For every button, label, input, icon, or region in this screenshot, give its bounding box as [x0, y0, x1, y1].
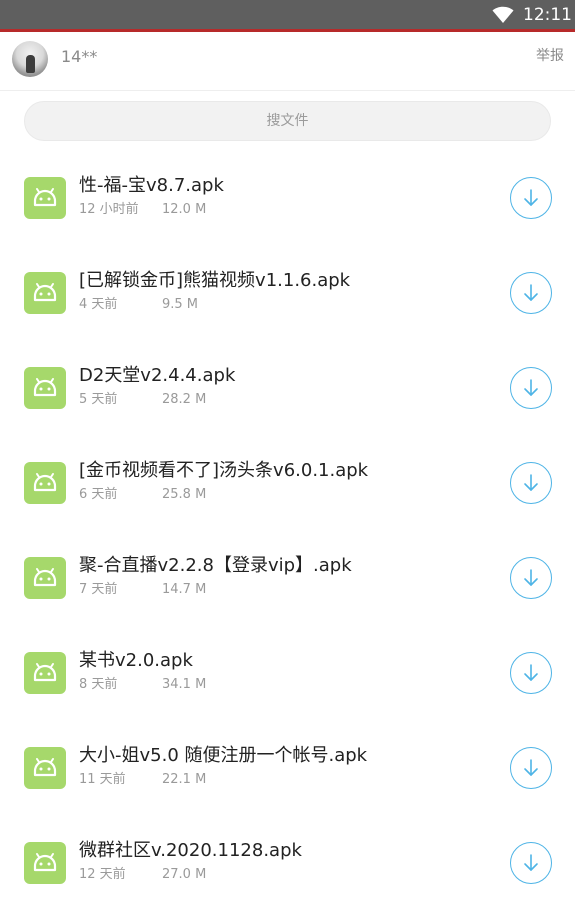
file-size: 12.0 M [162, 202, 207, 217]
download-icon [524, 759, 538, 776]
file-name: 性-福-宝v8.7.apk [79, 175, 224, 196]
status-bar: 12:11 [0, 0, 575, 32]
download-button[interactable] [510, 272, 552, 314]
android-apk-icon [24, 177, 66, 219]
download-button[interactable] [510, 462, 552, 504]
file-name: 大小-姐v5.0 随便注册一个帐号.apk [79, 745, 368, 766]
report-button[interactable]: 举报 [536, 46, 564, 66]
download-icon [524, 854, 538, 871]
list-item[interactable]: 聚-合直播v2.2.8【登录vip】.apk 7 天前 14.7 M [0, 530, 575, 625]
file-size: 22.1 M [162, 772, 207, 787]
list-item[interactable]: [金币视频看不了]汤头条v6.0.1.apk 6 天前 25.8 M [0, 435, 575, 530]
android-apk-icon [24, 272, 66, 314]
download-icon [524, 569, 538, 586]
file-time: 6 天前 [79, 487, 118, 502]
download-icon [524, 284, 538, 301]
list-item[interactable]: 微群社区v.2020.1128.apk 12 天前 27.0 M [0, 815, 575, 910]
android-apk-icon [24, 367, 66, 409]
file-name: D2天堂v2.4.4.apk [79, 365, 236, 386]
file-size: 27.0 M [162, 867, 207, 882]
file-time: 12 天前 [79, 867, 126, 882]
wifi-icon [492, 6, 514, 23]
file-size: 28.2 M [162, 392, 207, 407]
status-time: 12:11 [523, 5, 572, 25]
android-apk-icon [24, 842, 66, 884]
avatar[interactable] [12, 41, 48, 77]
file-time: 8 天前 [79, 677, 118, 692]
file-size: 9.5 M [162, 297, 199, 312]
download-button[interactable] [510, 842, 552, 884]
download-icon [524, 189, 538, 206]
file-time: 4 天前 [79, 297, 118, 312]
avatar-figure [26, 55, 35, 73]
file-name: 微群社区v.2020.1128.apk [79, 840, 302, 861]
android-apk-icon [24, 652, 66, 694]
list-item[interactable]: 某书v2.0.apk 8 天前 34.1 M [0, 625, 575, 720]
file-name: [已解锁金币]熊猫视频v1.1.6.apk [79, 270, 351, 291]
file-name: [金币视频看不了]汤头条v6.0.1.apk [79, 460, 369, 481]
download-button[interactable] [510, 557, 552, 599]
download-button[interactable] [510, 747, 552, 789]
file-size: 25.8 M [162, 487, 207, 502]
file-list: 性-福-宝v8.7.apk 12 小时前 12.0 M [已解锁金币]熊猫视频v1.1… [0, 150, 575, 910]
file-time: 5 天前 [79, 392, 118, 407]
download-icon [524, 379, 538, 396]
android-apk-icon [24, 462, 66, 504]
list-item[interactable]: 性-福-宝v8.7.apk 12 小时前 12.0 M [0, 150, 575, 245]
file-time: 11 天前 [79, 772, 126, 787]
download-icon [524, 664, 538, 681]
list-item[interactable]: [已解锁金币]熊猫视频v1.1.6.apk 4 天前 9.5 M [0, 245, 575, 340]
list-item[interactable]: 大小-姐v5.0 随便注册一个帐号.apk 11 天前 22.1 M [0, 720, 575, 815]
download-button[interactable] [510, 367, 552, 409]
search-input[interactable]: 搜文件 [24, 101, 551, 141]
file-time: 12 小时前 [79, 202, 139, 217]
username[interactable]: 14** [61, 47, 97, 67]
file-size: 34.1 M [162, 677, 207, 692]
download-icon [524, 474, 538, 491]
file-name: 某书v2.0.apk [79, 650, 193, 671]
uploader-header: 14** 举报 [0, 32, 575, 91]
file-size: 14.7 M [162, 582, 207, 597]
download-button[interactable] [510, 652, 552, 694]
list-item[interactable]: D2天堂v2.4.4.apk 5 天前 28.2 M [0, 340, 575, 435]
android-apk-icon [24, 747, 66, 789]
file-time: 7 天前 [79, 582, 118, 597]
file-name: 聚-合直播v2.2.8【登录vip】.apk [79, 555, 352, 576]
download-button[interactable] [510, 177, 552, 219]
android-apk-icon [24, 557, 66, 599]
